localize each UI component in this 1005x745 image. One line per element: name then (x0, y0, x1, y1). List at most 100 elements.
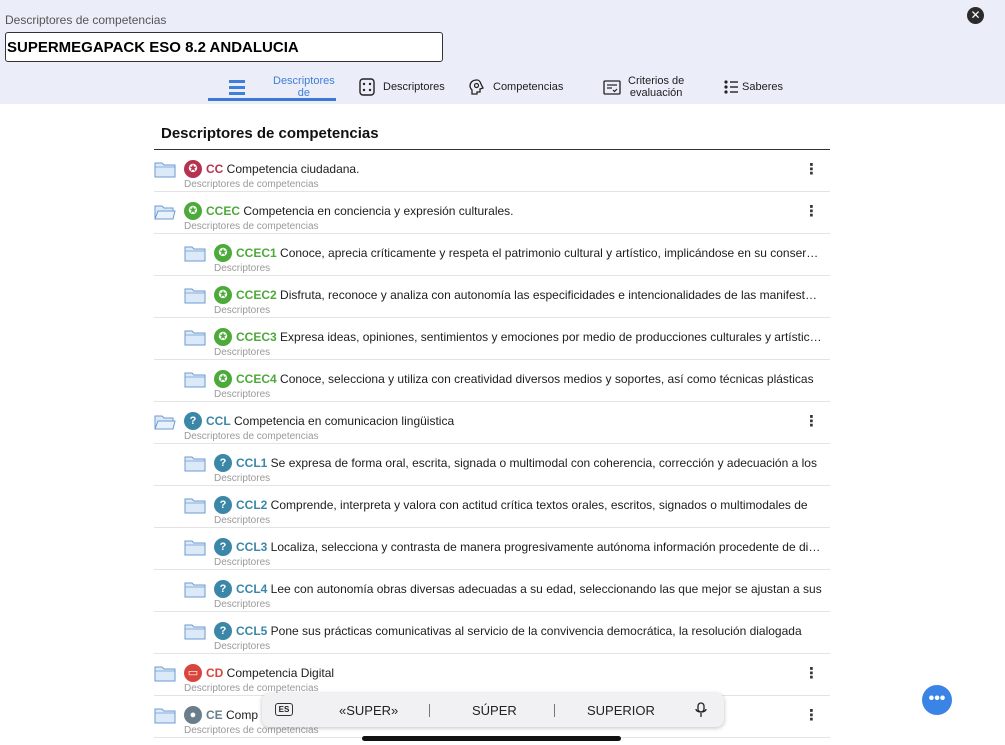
competencias-icon (469, 79, 484, 95)
header-label: Descriptores de competencias (5, 13, 167, 27)
more-options-icon[interactable]: ⋮ (804, 412, 819, 430)
tab-criterios-line1: Criterios de (628, 75, 685, 87)
tab-saberes[interactable]: Saberes (722, 72, 783, 102)
list-item[interactable]: ▭ CD Competencia Digital Descriptores de c… (154, 654, 830, 696)
suggestion-separator (429, 704, 430, 717)
item-text: Disfruta, reconoce y analiza con autonom… (276, 288, 822, 302)
folder-icon (154, 413, 176, 430)
item-code: CCEC (206, 204, 241, 218)
list-item[interactable]: ? CCL5 Pone sus prácticas comunicativas a… (154, 612, 830, 654)
item-text: Competencia Digital (223, 666, 335, 680)
item-subtitle: Descriptores (214, 473, 271, 484)
tab-competencias-label: Competencias (493, 81, 564, 93)
item-text: Lee con autonomía obras diversas adecuad… (267, 582, 822, 596)
folder-icon (154, 161, 176, 178)
item-text: Conoce, selecciona y utiliza con creativ… (276, 372, 814, 386)
item-subtitle: Descriptores (214, 557, 271, 568)
list-item[interactable]: ✪ CCEC3 Expresa ideas, opiniones, sentimi… (154, 318, 830, 360)
list-item[interactable]: ✪ CCEC1 Conoce, aprecia críticamente y re… (154, 234, 830, 276)
suggestion-2[interactable]: SÚPER (472, 703, 517, 718)
competence-badge-icon: ? (214, 496, 232, 514)
item-subtitle: Descriptores (214, 305, 271, 316)
competence-badge-icon: ✪ (214, 370, 232, 388)
item-title: CCL1 Se expresa de forma oral, escrita, … (236, 456, 822, 470)
item-code: CE (206, 708, 223, 722)
item-subtitle: Descriptores de competencias (184, 221, 319, 232)
keyboard-suggestion-bar: ES «SUPER» SÚPER SUPERIOR (262, 693, 724, 727)
list-item[interactable]: ✪ CC Competencia ciudadana. Descriptores d… (154, 150, 830, 192)
list-item[interactable]: ✪ CCEC2 Disfruta, reconoce y analiza con … (154, 276, 830, 318)
folder-icon (184, 287, 206, 304)
tab-criterios-line2: evaluación (629, 87, 683, 99)
folder-icon (184, 371, 206, 388)
item-code: CCL (206, 414, 231, 428)
more-options-icon[interactable]: ⋮ (804, 160, 819, 178)
folder-icon (184, 329, 206, 346)
item-title: CCL5 Pone sus prácticas comunicativas al… (236, 624, 822, 638)
microphone-icon[interactable] (694, 702, 708, 718)
criterios-icon (603, 80, 621, 95)
item-title: CCEC1 Conoce, aprecia críticamente y res… (236, 246, 822, 260)
list-item[interactable]: ? CCL3 Localiza, selecciona y contrasta d… (154, 528, 830, 570)
item-text: Competencia ciudadana. (223, 162, 360, 176)
competence-badge-icon: ✪ (184, 160, 202, 178)
item-code: CCL3 (236, 540, 268, 554)
more-options-icon[interactable]: ⋮ (804, 664, 819, 682)
keyboard-language-button[interactable]: ES (275, 703, 293, 716)
item-text: Competencia en conciencia y expresión cu… (240, 204, 514, 218)
item-title: CCL2 Comprende, interpreta y valora con … (236, 498, 822, 512)
top-header: Descriptores de competencias ✕ Descripto… (0, 0, 1005, 104)
suggestion-1[interactable]: «SUPER» (339, 703, 398, 718)
tab-competencias[interactable]: Competencias (468, 72, 563, 102)
folder-icon (154, 203, 176, 220)
item-text: Competencia en comunicacion lingüistica (230, 414, 455, 428)
tab-descriptores-label: Descriptores (383, 81, 445, 93)
item-code: CC (206, 162, 224, 176)
item-title: CCEC3 Expresa ideas, opiniones, sentimie… (236, 330, 822, 344)
suggestion-3[interactable]: SUPERIOR (587, 703, 655, 718)
list-item[interactable]: ? CCL4 Lee con autonomía obras diversas a… (154, 570, 830, 612)
item-title: CCL Competencia en comunicacion lingüist… (206, 414, 686, 428)
item-text: Conoce, aprecia críticamente y respeta e… (276, 246, 822, 260)
item-title: CD Competencia Digital (206, 666, 686, 680)
list-item[interactable]: ? CCL2 Comprende, interpreta y valora con… (154, 486, 830, 528)
list-item[interactable]: ✪ CCEC Competencia en conciencia y expres… (154, 192, 830, 234)
item-text: Pone sus prácticas comunicativas al serv… (267, 624, 802, 638)
item-text: Comprende, interpreta y valora con actit… (267, 498, 808, 512)
home-indicator[interactable] (362, 736, 621, 741)
folder-icon (154, 665, 176, 682)
competence-badge-icon: ✪ (214, 328, 232, 346)
more-actions-button[interactable]: ••• (922, 685, 952, 715)
item-subtitle: Descriptores (214, 389, 271, 400)
item-title: CCEC4 Conoce, selecciona y utiliza con c… (236, 372, 822, 386)
competence-badge-icon: ? (214, 580, 232, 598)
competence-badge-icon: ✪ (214, 244, 232, 262)
more-options-icon[interactable]: ⋮ (804, 706, 819, 724)
item-subtitle: Descriptores (214, 263, 271, 274)
folder-icon (184, 623, 206, 640)
item-title: CCL4 Lee con autonomía obras diversas ad… (236, 582, 822, 596)
competence-badge-icon: ✪ (214, 286, 232, 304)
item-code: CCL1 (236, 456, 268, 470)
folder-icon (184, 455, 206, 472)
descriptores-icon (359, 78, 375, 96)
competence-badge-icon: ✪ (184, 202, 202, 220)
close-icon[interactable]: ✕ (967, 7, 984, 24)
item-title: CCL3 Localiza, selecciona y contrasta de… (236, 540, 822, 554)
item-code: CCEC3 (236, 330, 277, 344)
saberes-icon (724, 80, 738, 94)
active-tab-indicator (208, 98, 336, 101)
list-item[interactable]: ✪ CCEC4 Conoce, selecciona y utiliza con … (154, 360, 830, 402)
folder-icon (154, 707, 176, 724)
tab-criterios[interactable]: Criterios de evaluación (603, 72, 684, 102)
list-item[interactable]: ? CCL Competencia en comunicacion lingüis… (154, 402, 830, 444)
item-code: CCEC1 (236, 246, 277, 260)
competence-badge-icon: ● (184, 706, 202, 724)
title-input[interactable] (5, 32, 443, 62)
item-code: CCEC4 (236, 372, 277, 386)
tab-descriptores[interactable]: Descriptores (358, 72, 445, 102)
list-item[interactable]: ? CCL1 Se expresa de forma oral, escrita,… (154, 444, 830, 486)
item-subtitle: Descriptores de competencias (184, 431, 319, 442)
item-title: CCEC Competencia en conciencia y expresi… (206, 204, 686, 218)
more-options-icon[interactable]: ⋮ (804, 202, 819, 220)
